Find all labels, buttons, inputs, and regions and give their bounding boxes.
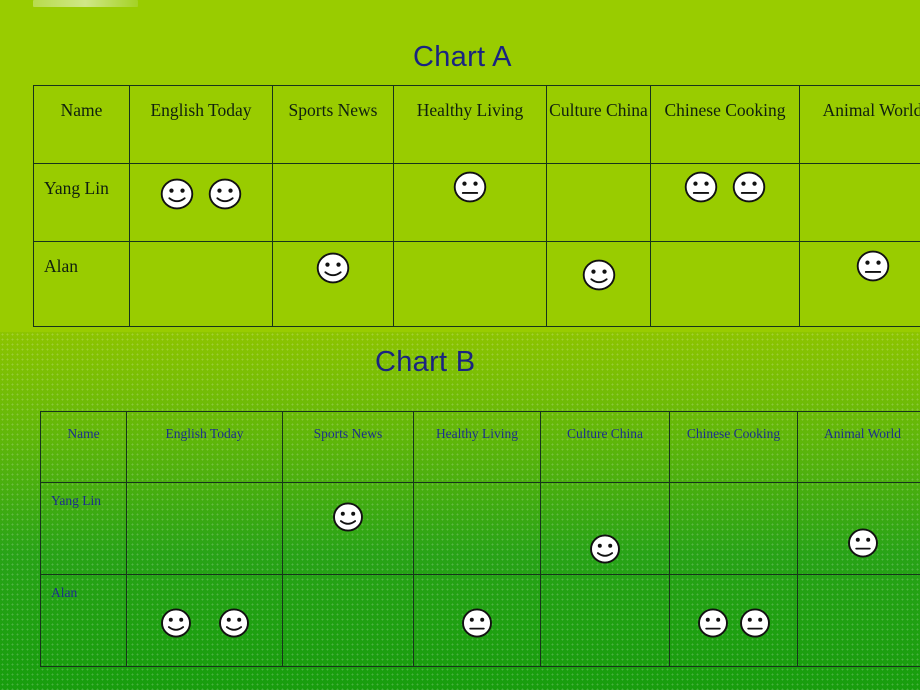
table-row: Yang Lin	[40, 482, 920, 575]
smile-face-icon	[590, 534, 620, 564]
cell-yang-lin-chinese-cooking[interactable]	[669, 482, 798, 575]
cell-yang-lin-culture-china[interactable]	[546, 163, 651, 242]
neutral-face-icon	[453, 171, 487, 203]
cell-alan-sports-news[interactable]	[282, 574, 414, 667]
column-header-english-today: English Today	[126, 411, 283, 483]
cell-alan-chinese-cooking[interactable]	[669, 574, 798, 667]
chart-a-table: Name English Today Sports News Healthy L…	[33, 85, 920, 327]
column-header-name: Name	[40, 411, 127, 483]
cell-alan-chinese-cooking[interactable]	[650, 241, 800, 327]
column-header-animal-world: Animal World	[799, 85, 920, 164]
smile-face-icon	[160, 178, 194, 210]
table-row: Yang Lin	[33, 163, 920, 242]
column-header-sports-news: Sports News	[272, 85, 394, 164]
column-header-chinese-cooking: Chinese Cooking	[669, 411, 798, 483]
cell-yang-lin-healthy-living[interactable]	[393, 163, 547, 242]
neutral-face-icon	[697, 608, 728, 638]
cell-alan-english-today[interactable]	[126, 574, 283, 667]
table-row-header: Name English Today Sports News Healthy L…	[40, 411, 920, 483]
column-header-healthy-living: Healthy Living	[413, 411, 541, 483]
cell-yang-lin-healthy-living[interactable]	[413, 482, 541, 575]
cell-alan-culture-china[interactable]	[540, 574, 670, 667]
row-name-yang-lin: Yang Lin	[33, 163, 130, 242]
cell-yang-lin-culture-china[interactable]	[540, 482, 670, 575]
column-header-healthy-living: Healthy Living	[393, 85, 547, 164]
smile-face-icon	[333, 502, 363, 532]
column-header-name: Name	[33, 85, 130, 164]
smile-face-icon	[218, 608, 249, 638]
column-header-sports-news: Sports News	[282, 411, 414, 483]
row-name-alan: Alan	[33, 241, 130, 327]
cell-yang-lin-animal-world[interactable]	[797, 482, 920, 575]
neutral-face-icon	[739, 608, 770, 638]
row-name-alan: Alan	[40, 574, 127, 667]
column-header-culture-china: Culture China	[540, 411, 670, 483]
cell-alan-sports-news[interactable]	[272, 241, 394, 327]
cell-alan-healthy-living[interactable]	[413, 574, 541, 667]
smile-face-icon	[582, 259, 615, 291]
neutral-face-icon	[684, 171, 718, 203]
column-header-chinese-cooking: Chinese Cooking	[650, 85, 800, 164]
cell-yang-lin-sports-news[interactable]	[282, 482, 414, 575]
cell-yang-lin-english-today[interactable]	[126, 482, 283, 575]
cell-yang-lin-animal-world[interactable]	[799, 163, 920, 242]
chart-b-title: Chart B	[375, 346, 476, 378]
smile-face-icon	[316, 252, 350, 284]
cell-alan-healthy-living[interactable]	[393, 241, 547, 327]
smile-face-icon	[208, 178, 242, 210]
column-header-english-today: English Today	[129, 85, 273, 164]
cell-yang-lin-sports-news[interactable]	[272, 163, 394, 242]
chart-a-title: Chart A	[413, 41, 512, 73]
cell-alan-english-today[interactable]	[129, 241, 273, 327]
cell-yang-lin-english-today[interactable]	[129, 163, 273, 242]
neutral-face-icon	[847, 528, 878, 558]
cell-alan-animal-world[interactable]	[799, 241, 920, 327]
smile-face-icon	[160, 608, 191, 638]
cell-alan-animal-world[interactable]	[797, 574, 920, 667]
neutral-face-icon	[732, 171, 766, 203]
chart-b-table: Name English Today Sports News Healthy L…	[40, 411, 920, 667]
column-header-animal-world: Animal World	[797, 411, 920, 483]
column-header-culture-china: Culture China	[546, 85, 651, 164]
table-row: Alan	[33, 241, 920, 327]
cell-yang-lin-chinese-cooking[interactable]	[650, 163, 800, 242]
row-name-yang-lin: Yang Lin	[40, 482, 127, 575]
table-row: Alan	[40, 574, 920, 667]
table-row-header: Name English Today Sports News Healthy L…	[33, 85, 920, 164]
neutral-face-icon	[856, 250, 889, 282]
slide-canvas: Chart A Name English Today Sports News H…	[0, 0, 920, 690]
cell-alan-culture-china[interactable]	[546, 241, 651, 327]
neutral-face-icon	[462, 608, 492, 638]
